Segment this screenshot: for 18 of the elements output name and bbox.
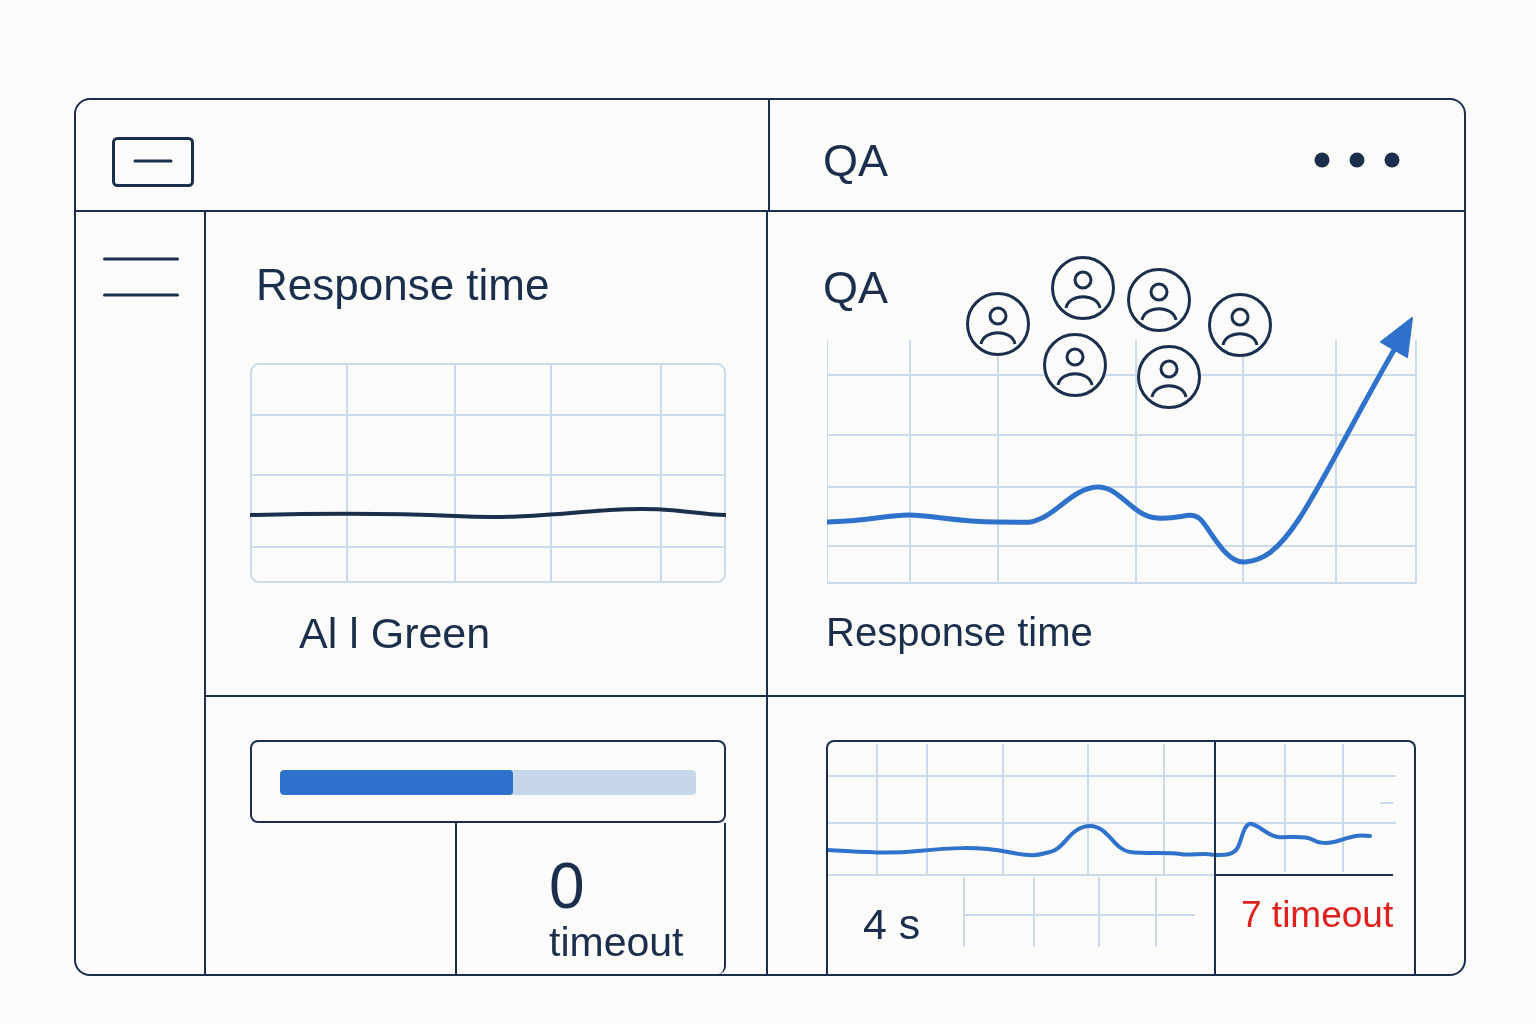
panel-title: QA [823,265,889,310]
header-title: QA [823,137,889,183]
avatar-icon [1043,333,1107,397]
more-icon[interactable] [1314,152,1400,168]
avatar-icon [966,292,1030,356]
timeout-text: 7 timeout [1241,896,1395,933]
menu-icon[interactable] [103,257,179,297]
avatar-icon [1137,345,1201,409]
avatar-icon [1051,256,1115,320]
stat-label: timeout [549,922,684,963]
panel-title: Response time [256,263,550,307]
avatar-icon [1208,293,1272,357]
avatar-icon [1127,268,1191,332]
chart-caption: Response time [826,612,1093,652]
status-caption: Al l Green [299,612,491,655]
latency-reading: 4 s [863,903,922,946]
window-icon[interactable] [112,137,194,187]
stat-value: 0 [549,854,585,918]
